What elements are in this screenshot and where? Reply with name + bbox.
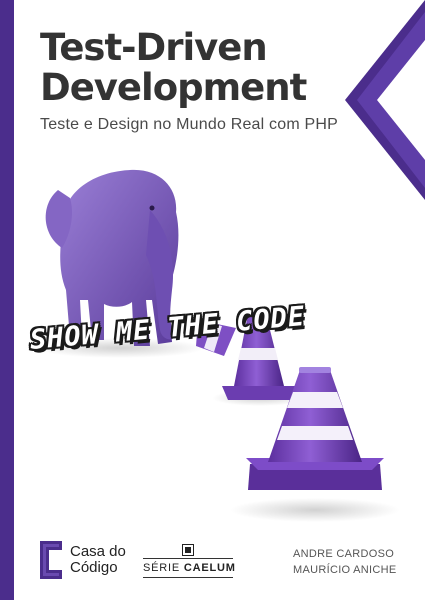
series-divider-bottom xyxy=(143,577,233,578)
series-prefix: SÉRIE xyxy=(143,562,181,574)
author-name: MAURÍCIO ANICHE xyxy=(293,564,397,576)
series-badge: SÉRIE CAELUM xyxy=(143,544,236,581)
publisher-name-line-2: Código xyxy=(70,559,118,576)
casa-do-codigo-logo-icon xyxy=(40,541,62,579)
series-divider xyxy=(143,558,233,559)
authors: ANDRE CARDOSO MAURÍCIO ANICHE xyxy=(293,546,403,578)
caelum-icon xyxy=(182,544,194,556)
title-line-1: Test-Driven xyxy=(40,26,268,69)
book-title: Test-Driven Development xyxy=(40,28,370,108)
series-label: SÉRIE CAELUM xyxy=(143,562,236,574)
title-line-2: Development xyxy=(40,66,307,109)
series-name: CAELUM xyxy=(183,562,236,574)
book-cover: Test-Driven Development Teste e Design n… xyxy=(0,0,425,600)
publisher-name-line-1: Casa do xyxy=(70,543,126,560)
book-subtitle: Teste e Design no Mundo Real com PHP xyxy=(40,116,339,133)
author-name: ANDRE CARDOSO xyxy=(293,548,395,560)
publisher-logo: Casa do Código xyxy=(40,540,140,580)
title-block: Test-Driven Development Teste e Design n… xyxy=(40,28,370,134)
publisher-name: Casa do Código xyxy=(70,544,140,576)
